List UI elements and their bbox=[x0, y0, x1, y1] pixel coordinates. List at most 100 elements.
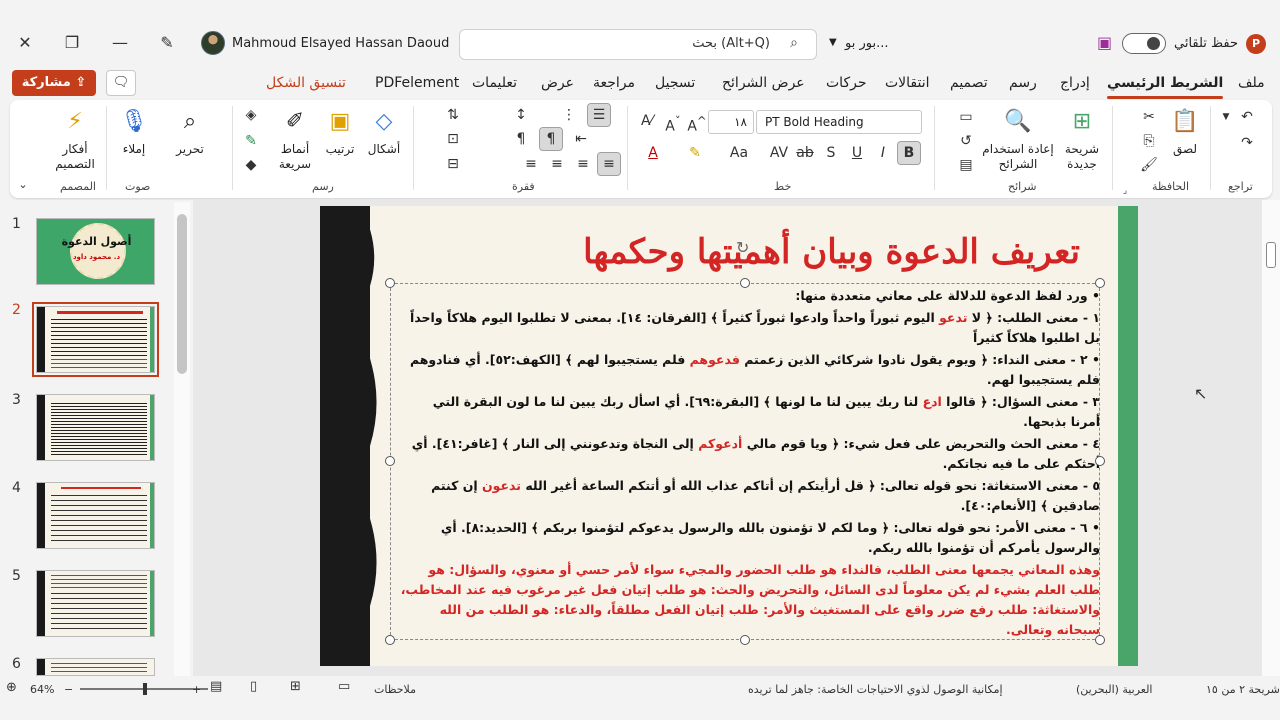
resize-handle[interactable] bbox=[1095, 635, 1105, 645]
tab-home[interactable]: الشريط الرئيسي bbox=[1107, 75, 1224, 99]
clipboard-launcher-icon[interactable]: ⌟ bbox=[1114, 180, 1136, 202]
ltr-icon[interactable]: ¶ bbox=[510, 128, 532, 150]
resize-handle[interactable] bbox=[1095, 456, 1105, 466]
resize-handle[interactable] bbox=[385, 278, 395, 288]
tab-view[interactable]: عرض bbox=[541, 75, 574, 91]
design-ideas-button[interactable]: ⚡ أفكار التصميم bbox=[50, 106, 100, 172]
pen-icon[interactable]: ✎ bbox=[156, 32, 178, 54]
layout-icon[interactable]: ▭ bbox=[955, 106, 977, 128]
shape-effects-icon[interactable]: ◆ bbox=[240, 154, 262, 176]
resize-handle[interactable] bbox=[385, 635, 395, 645]
tab-design[interactable]: تصميم bbox=[950, 75, 988, 91]
strikethrough-icon[interactable]: ab bbox=[794, 142, 816, 164]
resize-handle[interactable] bbox=[1095, 278, 1105, 288]
reset-icon[interactable]: ↺ bbox=[955, 130, 977, 152]
undo-icon[interactable]: ↶ bbox=[1236, 106, 1258, 128]
slide-thumbnail-5[interactable] bbox=[36, 570, 155, 637]
slide-sorter-icon[interactable]: ⊞ bbox=[290, 679, 301, 694]
tab-insert[interactable]: إدراج bbox=[1060, 75, 1090, 91]
arrange-button[interactable]: ▣ ترتيب bbox=[320, 106, 360, 157]
tab-pdfelement[interactable]: PDFelement bbox=[375, 75, 459, 91]
slide-thumbnail-2[interactable] bbox=[32, 302, 159, 377]
slide-title[interactable]: تعريف الدعوة وبيان أهميتها وحكمها bbox=[440, 232, 1080, 272]
slide-thumbnail-3[interactable] bbox=[36, 394, 155, 461]
slide-scrollbar[interactable] bbox=[1262, 200, 1280, 676]
slide-thumbnail-4[interactable] bbox=[36, 482, 155, 549]
user-name[interactable]: Mahmoud Elsayed Hassan Daoud bbox=[232, 36, 449, 51]
accessibility-status[interactable]: إمكانية الوصول لذوي الاحتياجات الخاصة: ج… bbox=[748, 683, 1003, 696]
numbering-icon[interactable]: ⋮ bbox=[558, 104, 580, 126]
copy-icon[interactable]: ⎘ bbox=[1138, 130, 1160, 152]
clear-format-icon[interactable]: A⁄ bbox=[636, 110, 658, 132]
restore-icon[interactable]: ❐ bbox=[61, 32, 83, 54]
char-spacing-icon[interactable]: AV bbox=[768, 142, 790, 164]
zoom-out-icon[interactable]: − bbox=[64, 683, 73, 696]
shadow-icon[interactable]: S bbox=[820, 142, 842, 164]
search-input[interactable]: بحث (Alt+Q) ⌕ bbox=[459, 29, 817, 60]
fit-slide-icon[interactable]: ⊕ bbox=[6, 680, 17, 695]
zoom-slider-thumb[interactable] bbox=[143, 683, 147, 695]
rotate-handle-icon[interactable]: ↻ bbox=[736, 238, 749, 257]
save-icon[interactable]: ▣ bbox=[1097, 33, 1112, 52]
highlight-icon[interactable]: ✎ bbox=[684, 142, 706, 164]
shape-outline-icon[interactable]: ✎ bbox=[240, 130, 262, 152]
font-name-box[interactable]: PT Bold Heading bbox=[756, 110, 922, 134]
paste-button[interactable]: 📋 لصق bbox=[1165, 106, 1205, 157]
minimize-icon[interactable]: — bbox=[109, 32, 131, 54]
font-color-icon[interactable]: A bbox=[642, 142, 664, 164]
bold-icon[interactable]: B bbox=[897, 141, 921, 165]
align-right-icon[interactable]: ≡ bbox=[597, 152, 621, 176]
editing-button[interactable]: ⌕ تحرير bbox=[170, 106, 210, 157]
new-slide-button[interactable]: ⊞ شريحة جديدة bbox=[1060, 106, 1104, 172]
align-center-icon[interactable]: ≡ bbox=[546, 153, 568, 175]
decrease-font-icon[interactable]: Aˇ bbox=[662, 110, 684, 135]
resize-handle[interactable] bbox=[740, 278, 750, 288]
shape-fill-icon[interactable]: ◈ bbox=[240, 104, 262, 126]
underline-icon[interactable]: U bbox=[846, 142, 868, 164]
cut-icon[interactable]: ✂ bbox=[1138, 106, 1160, 128]
smartart-icon[interactable]: ⊟ bbox=[442, 153, 464, 175]
increase-font-icon[interactable]: A^ bbox=[686, 110, 708, 135]
reuse-slides-button[interactable]: 🔍 إعادة استخدام الشرائح bbox=[978, 106, 1058, 172]
tab-slideshow[interactable]: عرض الشرائح bbox=[722, 75, 805, 91]
quick-styles-button[interactable]: ✐ أنماط سريعة bbox=[272, 106, 318, 172]
file-name[interactable]: بور بو... bbox=[845, 36, 888, 51]
tab-animations[interactable]: حركات bbox=[826, 75, 867, 91]
rtl-icon[interactable]: ¶ bbox=[539, 127, 563, 151]
tab-draw[interactable]: رسم bbox=[1009, 75, 1037, 91]
resize-handle[interactable] bbox=[385, 456, 395, 466]
line-spacing-icon[interactable]: ↕ bbox=[510, 104, 532, 126]
resize-handle[interactable] bbox=[740, 635, 750, 645]
tab-shape-format[interactable]: تنسيق الشكل bbox=[266, 75, 346, 91]
decrease-indent-icon[interactable]: ⇤ bbox=[570, 128, 592, 150]
text-direction-icon[interactable]: ⇅ bbox=[442, 104, 464, 126]
section-icon[interactable]: ▤ bbox=[955, 154, 977, 176]
align-text-icon[interactable]: ⊡ bbox=[442, 128, 464, 150]
zoom-in-icon[interactable]: + bbox=[192, 683, 201, 696]
redo-icon[interactable]: ↷ bbox=[1236, 132, 1258, 154]
tab-review[interactable]: مراجعة bbox=[593, 75, 635, 91]
undo-dropdown-icon[interactable]: ▼ bbox=[1215, 106, 1237, 128]
italic-icon[interactable]: I bbox=[872, 142, 894, 164]
align-left-icon[interactable]: ≡ bbox=[520, 153, 542, 175]
shapes-button[interactable]: ◇ أشكال bbox=[364, 106, 404, 157]
close-icon[interactable]: ✕ bbox=[14, 32, 36, 54]
tab-help[interactable]: تعليمات bbox=[472, 75, 517, 91]
slideshow-icon[interactable]: ▤ bbox=[210, 679, 222, 694]
language-status[interactable]: العربية (البحرين) bbox=[1076, 683, 1152, 696]
align-justify-icon[interactable]: ≡ bbox=[572, 153, 594, 175]
zoom-level[interactable]: 64% bbox=[30, 683, 54, 696]
autosave-toggle[interactable] bbox=[1122, 33, 1166, 54]
tab-transitions[interactable]: انتقالات bbox=[885, 75, 930, 91]
font-size-box[interactable]: ١٨ bbox=[708, 110, 754, 134]
reading-view-icon[interactable]: ▯ bbox=[250, 679, 257, 694]
format-painter-icon[interactable]: 🖌 bbox=[1138, 154, 1160, 176]
avatar[interactable] bbox=[201, 31, 225, 55]
rtl-bullets-icon[interactable]: ☰ bbox=[587, 103, 611, 127]
tab-file[interactable]: ملف bbox=[1238, 75, 1265, 91]
collapse-ribbon-icon[interactable]: ⌄ bbox=[12, 174, 34, 196]
notes-button[interactable]: ملاحظات bbox=[374, 683, 416, 696]
slide-thumbnail-6[interactable] bbox=[36, 658, 155, 676]
tab-record[interactable]: تسجيل bbox=[655, 75, 695, 91]
chevron-down-icon[interactable]: ▼ bbox=[829, 37, 837, 48]
